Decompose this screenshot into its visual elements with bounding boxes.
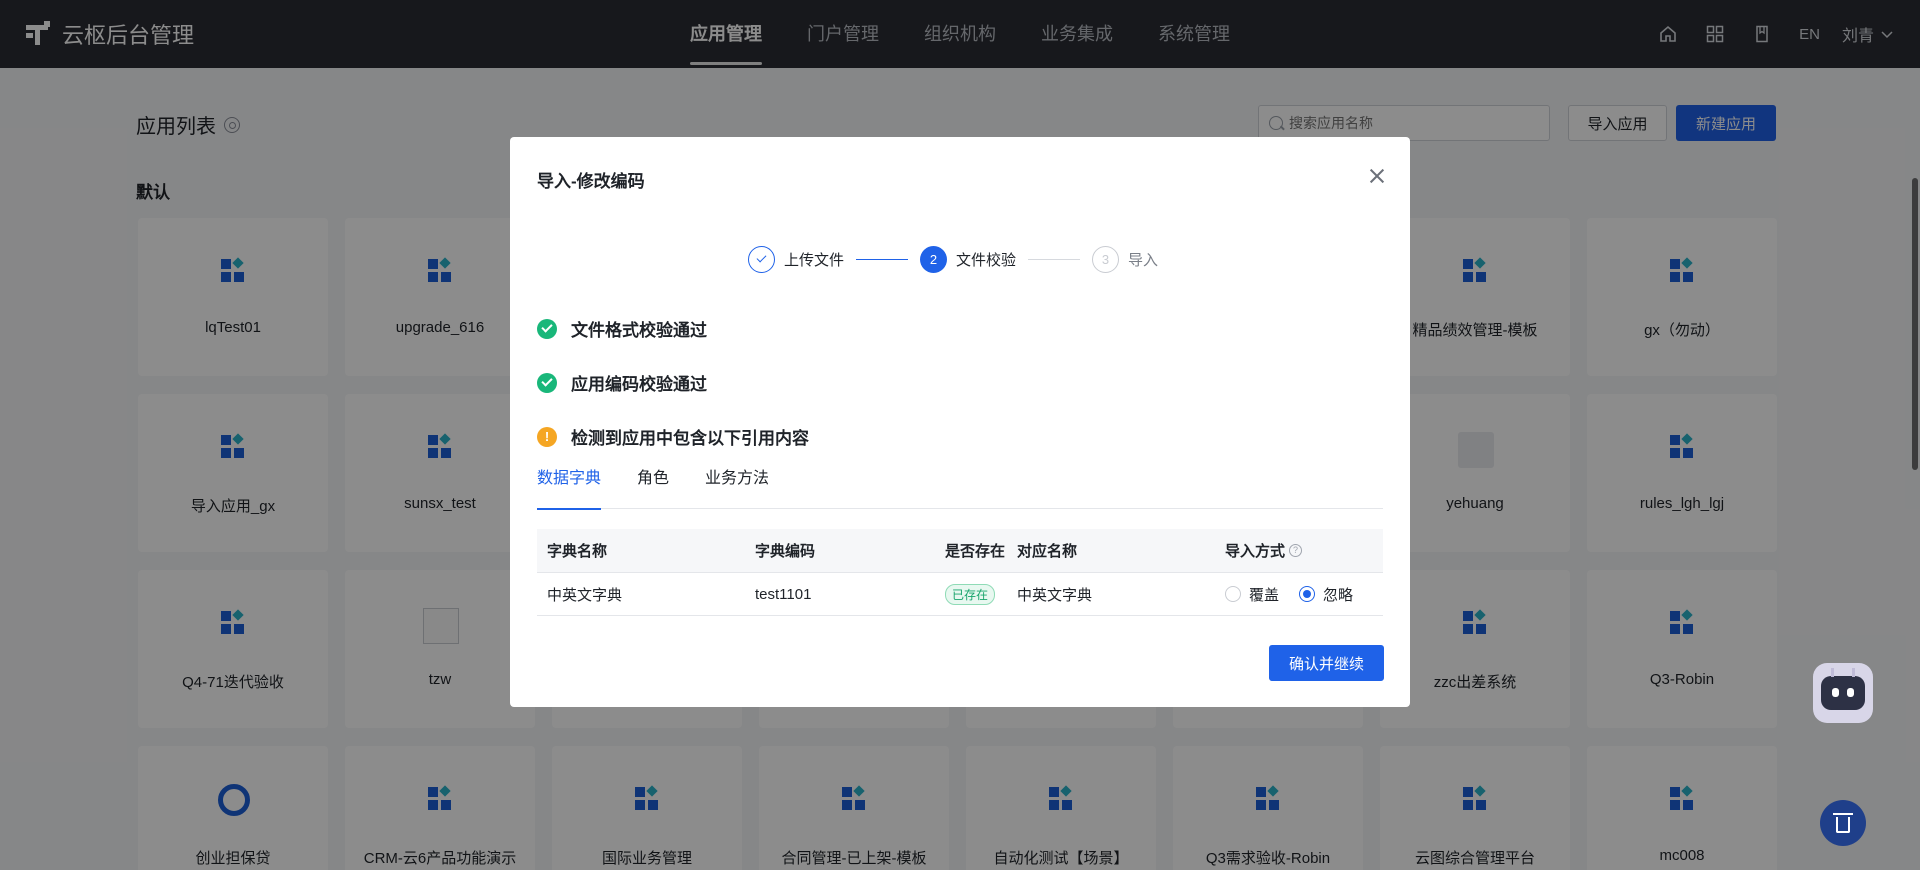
nav-overlay <box>0 0 1920 68</box>
check-text: 文件格式校验通过 <box>571 321 707 340</box>
step-label: 上传文件 <box>784 251 845 269</box>
column-header: 导入方式 <box>1225 543 1286 560</box>
step-label: 导入 <box>1128 251 1159 269</box>
import-modal: 导入-修改编码 上传文件 2 文件校验 3 导入 文件格式校验通过 应用编码校验… <box>510 137 1410 707</box>
column-header: 字典编码 <box>755 543 816 560</box>
tab-business-methods[interactable]: 业务方法 <box>705 467 769 509</box>
robot-icon <box>1821 668 1865 710</box>
success-icon <box>537 318 557 339</box>
step-indicator: 上传文件 2 文件校验 3 导入 <box>748 245 1158 273</box>
dictionary-table: 字典名称 字典编码 是否存在 对应名称 导入方式 ? 中英文字典 test110… <box>537 529 1383 616</box>
check-references-warning: ! 检测到应用中包含以下引用内容 <box>537 424 809 449</box>
check-text: 应用编码校验通过 <box>571 375 707 394</box>
column-header: 字典名称 <box>547 543 608 560</box>
column-header: 对应名称 <box>1017 543 1078 560</box>
trash-button[interactable] <box>1820 800 1866 846</box>
check-text: 检测到应用中包含以下引用内容 <box>571 429 809 448</box>
step-connector <box>1028 258 1081 260</box>
trash-icon <box>1833 813 1853 833</box>
dict-name-cell: 中英文字典 <box>547 586 623 604</box>
dict-code-cell: test1101 <box>755 585 812 603</box>
step-import: 3 导入 <box>1092 245 1159 273</box>
step-connector <box>856 258 909 260</box>
modal-title: 导入-修改编码 <box>537 172 645 191</box>
check-format-passed: 文件格式校验通过 <box>537 316 707 341</box>
step-upload: 上传文件 <box>748 245 845 273</box>
table-header: 字典名称 字典编码 是否存在 对应名称 导入方式 ? <box>537 529 1383 573</box>
close-icon[interactable] <box>1368 167 1386 185</box>
column-header-import-mode: 导入方式 ? <box>1225 540 1383 561</box>
reference-tabs: 数据字典 角色 业务方法 <box>537 467 1383 510</box>
confirm-continue-button[interactable]: 确认并继续 <box>1269 645 1384 681</box>
help-icon[interactable]: ? <box>1289 544 1303 557</box>
column-header: 是否存在 <box>945 543 1006 560</box>
tab-roles[interactable]: 角色 <box>637 467 669 509</box>
check-code-passed: 应用编码校验通过 <box>537 370 707 395</box>
radio-label[interactable]: 忽略 <box>1323 584 1353 605</box>
success-icon <box>537 372 557 393</box>
radio-label[interactable]: 覆盖 <box>1249 584 1279 605</box>
radio-ignore[interactable] <box>1299 586 1316 602</box>
step-number: 2 <box>920 245 948 273</box>
import-mode-cell: 覆盖 忽略 <box>1225 584 1383 605</box>
warning-icon: ! <box>537 426 557 447</box>
exists-cell: 已存在 <box>935 583 1017 605</box>
assistant-robot-button[interactable] <box>1813 663 1873 723</box>
exists-badge: 已存在 <box>945 583 996 605</box>
table-row: 中英文字典 test1101 已存在 中英文字典 覆盖 忽略 <box>537 573 1383 616</box>
target-name-cell: 中英文字典 <box>1017 586 1093 604</box>
step-label: 文件校验 <box>956 251 1017 269</box>
tab-data-dictionary[interactable]: 数据字典 <box>537 467 602 510</box>
check-icon <box>748 245 775 273</box>
step-number: 3 <box>1092 245 1120 273</box>
radio-overwrite[interactable] <box>1225 586 1241 602</box>
step-verify: 2 文件校验 <box>920 245 1017 273</box>
